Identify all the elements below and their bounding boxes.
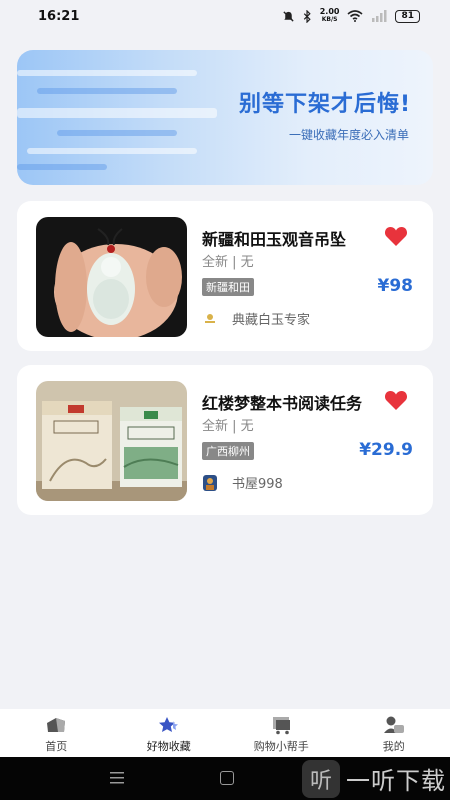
product-title[interactable]: 红楼梦整本书阅读任务 xyxy=(202,390,374,414)
banner-decoration xyxy=(17,70,197,76)
status-icons: 2.00 KB/S 81 xyxy=(282,8,420,24)
banner-decoration xyxy=(17,108,217,118)
location-tag: 广西柳州 xyxy=(202,442,254,460)
tab-favorites[interactable]: 好物收藏 xyxy=(113,709,226,757)
tab-home[interactable]: 首页 xyxy=(0,709,113,757)
wifi-icon xyxy=(347,10,363,22)
shop-info[interactable]: 书屋998 xyxy=(202,473,283,492)
product-price: ¥98 xyxy=(377,276,414,296)
promo-banner[interactable]: 别等下架才后悔! 一键收藏年度必入清单 xyxy=(17,50,433,185)
shop-name: 典藏白玉专家 xyxy=(232,313,311,328)
bluetooth-icon xyxy=(303,9,311,23)
heart-icon[interactable] xyxy=(384,389,408,411)
banner-decoration xyxy=(27,148,197,154)
location-tag: 新疆和田 xyxy=(202,278,254,296)
cart-icon xyxy=(273,717,291,735)
watermark-logo: 听 xyxy=(302,759,340,798)
home-icon xyxy=(47,718,66,732)
shop-name: 书屋998 xyxy=(232,477,283,492)
home-button-icon[interactable] xyxy=(220,771,234,785)
tab-profile[interactable]: 我的 xyxy=(338,709,450,757)
status-bar: 16:21 2.00 KB/S 81 xyxy=(0,0,450,32)
tab-shopping-helper[interactable]: 购物小帮手 xyxy=(225,709,338,757)
product-image xyxy=(36,381,187,501)
user-icon xyxy=(383,716,404,733)
banner-decoration xyxy=(37,88,177,94)
product-image xyxy=(36,217,187,337)
mute-icon xyxy=(283,10,294,22)
menu-icon[interactable] xyxy=(110,772,124,784)
status-time: 16:21 xyxy=(38,8,80,24)
product-title[interactable]: 新疆和田玉观音吊坠 xyxy=(202,226,374,250)
product-price: ¥29.9 xyxy=(359,440,413,460)
banner-title: 别等下架才后悔! xyxy=(238,92,411,117)
star-icon xyxy=(158,717,178,732)
product-condition: 全新 | 无 xyxy=(202,255,254,270)
product-condition: 全新 | 无 xyxy=(202,419,254,434)
net-speed: 2.00 KB/S xyxy=(319,7,340,24)
watermark: 听 一听下载 xyxy=(302,757,450,800)
banner-decoration xyxy=(17,164,107,170)
signal-icon xyxy=(372,10,387,22)
system-nav-bar: 听 一听下载 xyxy=(0,757,450,800)
battery-icon: 81 xyxy=(395,9,420,23)
watermark-text: 一听下载 xyxy=(346,767,446,795)
banner-decoration xyxy=(57,130,177,136)
bottom-tab-bar: 首页 好物收藏 购物小帮手 我的 xyxy=(0,709,450,757)
favorite-item-card[interactable]: 新疆和田玉观音吊坠 全新 | 无 新疆和田 ¥98 典藏白玉专家 xyxy=(17,201,433,351)
favorite-item-card[interactable]: 红楼梦整本书阅读任务 全新 | 无 广西柳州 ¥29.9 书屋998 xyxy=(17,365,433,515)
heart-icon[interactable] xyxy=(384,225,408,247)
shop-logo-icon xyxy=(205,313,215,323)
banner-subtitle: 一键收藏年度必入清单 xyxy=(288,128,409,142)
shop-info[interactable]: 典藏白玉专家 xyxy=(202,309,310,328)
shop-avatar-icon xyxy=(203,474,217,491)
